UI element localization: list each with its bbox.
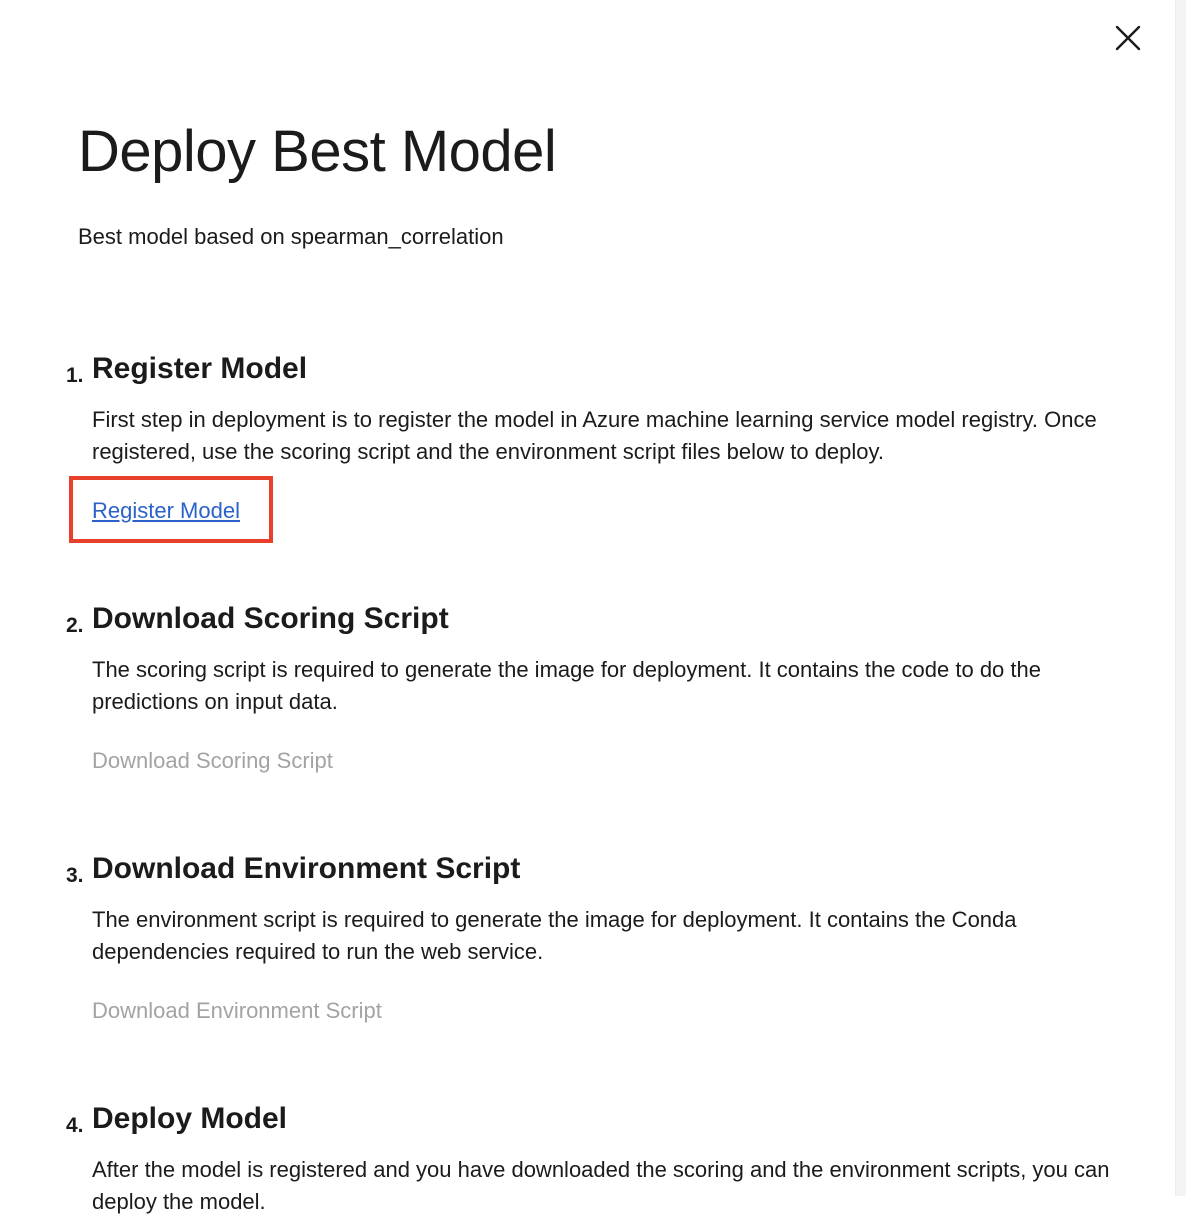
close-button[interactable] xyxy=(1108,18,1148,58)
step-title: Register Model xyxy=(92,352,308,385)
close-icon xyxy=(1115,25,1141,51)
download-scoring-script-link: Download Scoring Script xyxy=(92,748,333,773)
step-description: After the model is registered and you ha… xyxy=(92,1157,1110,1214)
step-description: First step in deployment is to register … xyxy=(92,407,1097,464)
step-number: 4. xyxy=(66,1114,84,1137)
deploy-model-panel: Deploy Best Model Best model based on sp… xyxy=(0,0,1176,1214)
page-subtitle: Best model based on spearman_correlation xyxy=(78,224,504,249)
scrollbar-track[interactable] xyxy=(1175,0,1186,1196)
download-environment-script-link: Download Environment Script xyxy=(92,998,382,1023)
page-title: Deploy Best Model xyxy=(78,119,557,184)
step-number: 2. xyxy=(66,614,84,637)
step-description: The environment script is required to ge… xyxy=(92,907,1017,964)
step-number: 1. xyxy=(66,364,84,387)
step-number: 3. xyxy=(66,864,84,887)
step-title: Download Environment Script xyxy=(92,852,521,885)
step-description: The scoring script is required to genera… xyxy=(92,657,1041,714)
step-title: Download Scoring Script xyxy=(92,602,449,635)
step-title: Deploy Model xyxy=(92,1102,288,1135)
highlight-annotation-box xyxy=(69,476,273,543)
